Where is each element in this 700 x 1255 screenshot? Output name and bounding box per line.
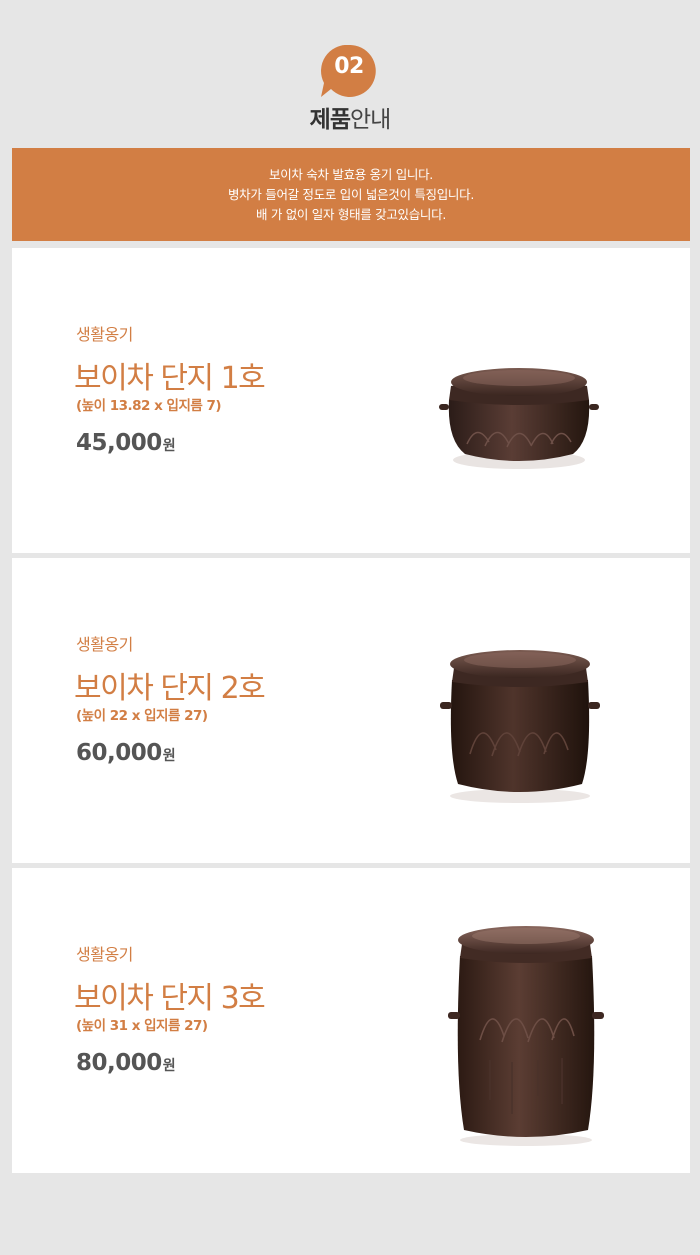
price-value: 60,000	[76, 740, 162, 766]
product-category: 생활옹기	[76, 945, 133, 964]
product-card-3[interactable]: 생활옹기 보이차 단지 3호 (높이 31 x 입지름 27) 80,000원	[12, 868, 690, 1173]
onggi-jar-image	[448, 926, 604, 1146]
product-spec: (높이 22 x 입지름 27)	[76, 708, 208, 724]
product-price: 60,000원	[76, 740, 176, 766]
currency-unit: 원	[162, 1058, 176, 1074]
product-spec: (높이 31 x 입지름 27)	[76, 1018, 208, 1034]
onggi-jar-image	[439, 368, 599, 469]
section-title-light: 안내	[350, 107, 391, 133]
price-value: 45,000	[76, 430, 162, 456]
section-title-bold: 제품	[309, 107, 351, 133]
section-number: 02	[334, 54, 364, 79]
price-value: 80,000	[76, 1050, 162, 1076]
description-banner: 보이차 숙차 발효용 옹기 입니다. 병차가 들어갈 정도로 입이 넓은것이 특…	[12, 148, 690, 241]
product-category: 생활옹기	[76, 635, 133, 654]
section-header: 02 제품안내	[0, 0, 700, 140]
product-spec: (높이 13.82 x 입지름 7)	[76, 398, 222, 414]
product-category: 생활옹기	[76, 325, 133, 344]
currency-unit: 원	[162, 438, 176, 454]
banner-line: 보이차 숙차 발효용 옹기 입니다.	[269, 167, 433, 182]
currency-unit: 원	[162, 748, 176, 764]
product-name: 보이차 단지 1호	[74, 361, 266, 396]
product-name: 보이차 단지 2호	[74, 671, 266, 706]
product-name: 보이차 단지 3호	[74, 981, 266, 1016]
banner-line: 배 가 없이 일자 형태를 갖고있습니다.	[255, 207, 447, 222]
section-number-badge: 02	[321, 45, 377, 97]
product-price: 45,000원	[76, 430, 176, 456]
section-title: 제품안내	[0, 100, 700, 134]
product-card-1[interactable]: 생활옹기 보이차 단지 1호 (높이 13.82 x 입지름 7) 45,000…	[12, 248, 690, 553]
onggi-jar-image	[440, 650, 600, 803]
banner-line: 병차가 들어갈 정도로 입이 넓은것이 특징입니다.	[227, 187, 475, 202]
product-price: 80,000원	[76, 1050, 176, 1076]
product-card-2[interactable]: 생활옹기 보이차 단지 2호 (높이 22 x 입지름 27) 60,000원	[12, 558, 690, 863]
